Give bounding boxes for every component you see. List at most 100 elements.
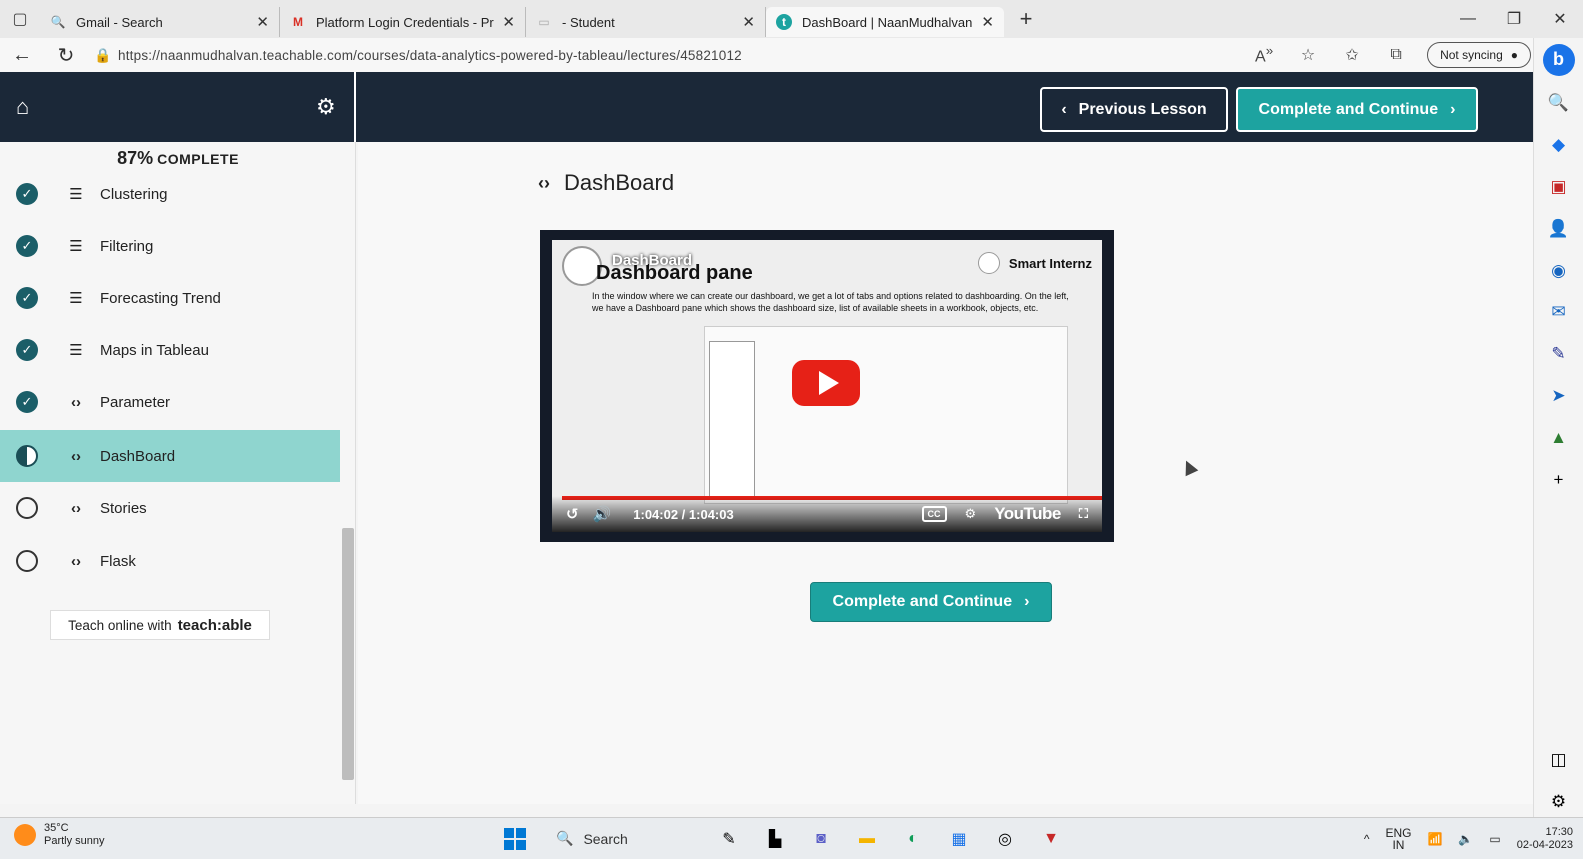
tab-gmail-search[interactable]: 🔍 Gmail - Search ✕ xyxy=(40,7,280,37)
in-progress-icon xyxy=(16,445,38,467)
mcafee-icon[interactable]: ▼ xyxy=(1038,826,1064,852)
chevron-right-icon: › xyxy=(1024,593,1030,610)
chat-icon[interactable]: ◙ xyxy=(808,826,834,852)
complete-continue-button-top[interactable]: Complete and Continue › xyxy=(1236,87,1478,132)
watch-later-icon[interactable] xyxy=(978,252,1000,274)
sidebar-scrollbar[interactable] xyxy=(342,528,354,780)
office-icon[interactable]: ◉ xyxy=(1544,256,1574,286)
video-title[interactable]: DashBoard xyxy=(612,252,692,269)
circle-icon xyxy=(16,497,38,519)
taskbar-search-label: Search xyxy=(583,830,628,847)
captions-button[interactable]: CC xyxy=(921,506,947,522)
lecture-item-stories[interactable]: ‹› Stories xyxy=(0,482,340,534)
youtube-logo[interactable]: YouTube xyxy=(994,504,1061,524)
lecture-title: Flask xyxy=(100,552,136,570)
favorites-icon[interactable]: ✩ xyxy=(1339,45,1365,65)
lecture-item-dashboard[interactable]: ‹› DashBoard xyxy=(0,430,340,482)
tree-icon[interactable]: ▲ xyxy=(1544,423,1574,453)
store-icon[interactable]: ▦ xyxy=(946,826,972,852)
code-icon: ‹› xyxy=(71,447,81,465)
back-icon[interactable]: ← xyxy=(0,44,44,67)
lecture-item-filtering[interactable]: ✓ ☰ Filtering xyxy=(0,220,340,272)
teach-text: Teach online with xyxy=(68,617,172,633)
tab-student[interactable]: ▭ - Student ✕ xyxy=(526,7,766,37)
chevron-up-icon[interactable]: ^ xyxy=(1364,832,1370,846)
code-icon: ‹› xyxy=(71,552,81,570)
outlook-icon[interactable]: ✉ xyxy=(1544,298,1574,328)
taskbar-search[interactable]: 🔍 Search xyxy=(556,830,628,847)
tab-dashboard-active[interactable]: t DashBoard | NaanMudhalvan ✕ xyxy=(766,7,1004,37)
clock[interactable]: 17:30 02-04-2023 xyxy=(1517,826,1573,852)
battery-icon[interactable]: ▭ xyxy=(1489,832,1500,846)
lecture-item-flask[interactable]: ‹› Flask xyxy=(0,535,340,587)
task-view-icon[interactable]: ▙ xyxy=(762,826,788,852)
widgets-icon[interactable]: ✎ xyxy=(716,826,742,852)
main-scrollbar[interactable] xyxy=(1504,142,1533,804)
volume-icon[interactable]: 🔊 xyxy=(593,505,612,523)
previous-lesson-button[interactable]: ‹ Previous Lesson xyxy=(1040,87,1228,132)
read-aloud-icon[interactable]: A» xyxy=(1251,43,1277,66)
windows-start-icon[interactable] xyxy=(504,828,526,850)
lock-icon[interactable]: 🔒 xyxy=(88,47,118,64)
bing-icon[interactable]: b xyxy=(1542,44,1575,76)
wifi-icon[interactable]: 📶 xyxy=(1427,832,1442,846)
volume-icon[interactable]: 🔈 xyxy=(1458,832,1473,846)
tab-platform-login[interactable]: M Platform Login Credentials - Pro ✕ xyxy=(280,7,526,37)
refresh-icon[interactable]: ↻ xyxy=(44,43,88,68)
settings-icon[interactable]: ⚙ xyxy=(1544,787,1574,817)
teach-online-link[interactable]: Teach online with teach:able xyxy=(50,610,270,640)
gear-icon[interactable]: ⚙ xyxy=(316,94,340,119)
dell-icon[interactable]: ◎ xyxy=(992,826,1018,852)
tools-icon[interactable]: ▣ xyxy=(1544,172,1574,202)
send-icon[interactable]: ➤ xyxy=(1544,381,1574,411)
settings-icon[interactable]: ⚙ xyxy=(965,506,977,522)
designer-icon[interactable]: ✎ xyxy=(1544,339,1574,369)
check-icon: ✓ xyxy=(16,183,38,205)
close-window-icon[interactable]: ✕ xyxy=(1537,0,1583,38)
video-player[interactable]: Dashboard pane DashBoard Smart Internz I… xyxy=(540,230,1114,542)
weather-widget[interactable]: 35°C Partly sunny xyxy=(14,822,105,848)
lecture-content: ‹› DashBoard Dashboard pane DashBoard Sm… xyxy=(358,142,1504,804)
add-icon[interactable]: + xyxy=(1544,465,1574,495)
lecture-item-clustering[interactable]: ✓ ☰ Clustering xyxy=(0,168,340,220)
lecture-item-parameter[interactable]: ✓ ‹› Parameter xyxy=(0,376,340,428)
restore-icon[interactable]: ❐ xyxy=(1491,0,1537,38)
close-icon[interactable]: ✕ xyxy=(981,13,994,31)
windows-taskbar: 35°C Partly sunny 🔍 Search ✎ ▙ ◙ ▬ ◐ ▦ ◎… xyxy=(0,817,1583,859)
close-icon[interactable]: ✕ xyxy=(502,13,515,31)
tab-actions-icon[interactable]: ▢ xyxy=(0,0,40,38)
file-explorer-icon[interactable]: ▬ xyxy=(854,826,880,852)
new-tab-button[interactable]: + xyxy=(1010,6,1042,32)
page-icon: ▭ xyxy=(538,15,550,29)
sync-button[interactable]: Not syncing ● xyxy=(1427,42,1532,68)
people-icon[interactable]: 👤 xyxy=(1544,214,1574,244)
lecture-item-forecasting-trend[interactable]: ✓ ☰ Forecasting Trend xyxy=(0,272,340,324)
search-icon[interactable]: 🔍 xyxy=(1544,88,1574,118)
progress-text: COMPLETE xyxy=(157,151,239,167)
tab-title: DashBoard | NaanMudhalvan xyxy=(802,14,973,30)
fullscreen-icon[interactable]: ⛶ xyxy=(1079,506,1088,522)
tab-title: Gmail - Search xyxy=(76,14,163,30)
lecture-title: Maps in Tableau xyxy=(100,341,209,359)
replay-icon[interactable]: ↺ xyxy=(566,505,579,523)
complete-continue-button[interactable]: Complete and Continue › xyxy=(810,582,1052,622)
close-icon[interactable]: ✕ xyxy=(742,13,755,31)
sidebar-toggle-icon[interactable]: ◫ xyxy=(1544,745,1574,775)
code-icon: ‹› xyxy=(538,172,550,193)
check-icon: ✓ xyxy=(16,339,38,361)
url-field[interactable]: https://naanmudhalvan.teachable.com/cour… xyxy=(118,48,1251,63)
close-icon[interactable]: ✕ xyxy=(256,13,269,31)
lecture-item-maps-in-tableau[interactable]: ✓ ☰ Maps in Tableau xyxy=(0,324,340,376)
profile-icon: ● xyxy=(1510,48,1519,62)
minimize-icon[interactable]: — xyxy=(1445,0,1491,38)
video-frame[interactable]: Dashboard pane DashBoard Smart Internz I… xyxy=(552,240,1102,532)
play-button[interactable] xyxy=(792,360,860,406)
edge-icon[interactable]: ◐ xyxy=(900,826,926,852)
collections-icon[interactable]: ⧉ xyxy=(1383,46,1409,64)
add-favorite-icon[interactable]: ☆ xyxy=(1295,45,1321,65)
language-indicator[interactable]: ENG IN xyxy=(1385,827,1411,851)
home-icon[interactable]: ⌂ xyxy=(16,94,40,119)
teachable-logo: teach:able xyxy=(177,616,252,634)
shopping-tag-icon[interactable]: ◆ xyxy=(1544,130,1574,160)
lecture-title: DashBoard xyxy=(100,447,176,465)
